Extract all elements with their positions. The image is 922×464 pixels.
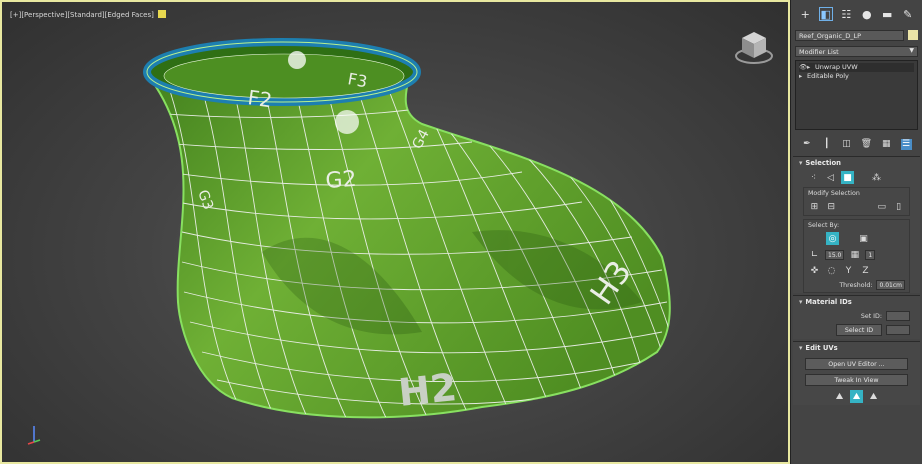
smoothing-group-icon[interactable]: ▦: [848, 248, 861, 261]
texture-label: F2: [246, 85, 273, 112]
select-element-icon[interactable]: ◎: [826, 232, 839, 245]
mirror-z-icon[interactable]: Z: [859, 264, 872, 277]
edit-uvs-buttons: Open UV Editor ... Tweak In View ⛰ ⛰ ⛰: [793, 354, 920, 405]
group-label: Select By:: [808, 222, 840, 229]
set-id-spinner[interactable]: [886, 311, 910, 321]
rollout-header[interactable]: ▾ Material IDs: [793, 296, 920, 308]
collapse-icon: ▾: [799, 298, 803, 306]
point-to-point-seam-icon[interactable]: ⛰: [850, 390, 863, 403]
texture-label: F3: [346, 69, 368, 91]
subobject-icons: ⁖ ◁ ■ ⁂: [793, 169, 920, 186]
group-label: Modify Selection: [808, 190, 860, 197]
ring-selection-icon[interactable]: ▯: [892, 200, 905, 213]
threshold-row: Threshold: 0.01cm: [808, 280, 905, 290]
rollout-title: Selection: [805, 159, 841, 167]
planar-angle-icon[interactable]: ∟: [808, 248, 821, 261]
edit-uvs-rollout: ▾ Edit UVs Open UV Editor ... Tweak In Vi…: [793, 341, 920, 405]
stack-toolbar: ✒ ┃ ◫ 🗑 ▦ ☰: [791, 134, 922, 154]
utilities-tab-icon[interactable]: ✎: [901, 7, 915, 21]
quick-peel-icon[interactable]: ⛰: [833, 390, 846, 403]
chevron-down-icon: ▼: [909, 47, 914, 54]
hierarchy-tab-icon[interactable]: ☷: [839, 7, 853, 21]
rollout-header[interactable]: ▾ Selection: [793, 157, 920, 169]
select-by-group: Select By: ◎ ▣ ∟ 15.0 ▦ 1 ✜ ◌ Y Z Thresh…: [803, 219, 910, 293]
vertex-mode-icon[interactable]: ⁖: [807, 171, 820, 184]
material-ids-rollout: ▾ Material IDs Set ID: Select ID: [793, 295, 920, 339]
edit-seams-icon[interactable]: ⛰: [867, 390, 880, 403]
modifier-list-dropdown[interactable]: Modifier List ▼: [795, 46, 918, 57]
select-inverted-icon[interactable]: ◌: [825, 264, 838, 277]
threshold-label: Threshold:: [839, 281, 873, 289]
modify-tab-icon[interactable]: ◧: [818, 7, 833, 21]
specular-highlight: [288, 51, 306, 69]
modify-selection-buttons: ⊞ ⊟ ▭ ▯: [808, 200, 905, 213]
mesh-object[interactable]: F2 F3 G2 G3 G4 H2 H3: [2, 2, 790, 464]
select-id-spinner[interactable]: [886, 325, 910, 335]
set-id-row: Set ID:: [793, 311, 920, 321]
perspective-viewport[interactable]: [+][Perspective][Standard][Edged Faces]: [0, 0, 790, 464]
selection-rollout: ▾ Selection ⁖ ◁ ■ ⁂ Modify Selection ⊞ ⊟ …: [793, 156, 920, 293]
expand-arrow-icon[interactable]: ▸: [807, 63, 815, 72]
polygon-mode-icon[interactable]: ■: [841, 171, 854, 184]
collapse-icon: ▾: [799, 344, 803, 352]
threshold-spinner[interactable]: 0.01cm: [876, 280, 905, 290]
configure-sets-icon[interactable]: ▦: [881, 139, 892, 150]
object-name-field[interactable]: Reef_Organic_D_LP: [795, 29, 904, 41]
pin-stack-icon[interactable]: ✒: [801, 139, 812, 150]
rollout-title: Material IDs: [805, 298, 852, 306]
axis-tripod-icon: [27, 426, 41, 445]
angle-row: ∟ 15.0 ▦ 1: [808, 248, 905, 261]
angle-spinner[interactable]: 15.0: [825, 249, 845, 260]
texture-label: H2: [396, 365, 459, 415]
select-id-button[interactable]: Select ID: [836, 324, 882, 336]
loop-selection-icon[interactable]: ▭: [875, 200, 888, 213]
count-spinner[interactable]: 1: [865, 249, 876, 260]
display-tab-icon[interactable]: ▬: [880, 7, 894, 21]
collapse-icon: ▾: [799, 159, 803, 167]
grow-selection-icon[interactable]: ⊞: [808, 200, 821, 213]
select-by-element-row: ◎ ▣: [808, 232, 905, 245]
object-name-row: Reef_Organic_D_LP: [791, 28, 922, 42]
stack-item-editable-poly[interactable]: ▸ Editable Poly: [799, 72, 914, 81]
edge-mode-icon[interactable]: ◁: [824, 171, 837, 184]
object-color-swatch[interactable]: [908, 30, 918, 40]
command-panel: + ◧ ☷ ● ▬ ✎ Reef_Organic_D_LP Modifier L…: [790, 0, 922, 464]
modify-selection-group: Modify Selection ⊞ ⊟ ▭ ▯: [803, 187, 910, 216]
modifier-list-label: Modifier List: [799, 48, 839, 56]
specular-highlight: [335, 110, 359, 134]
rollout-header[interactable]: ▾ Edit UVs: [793, 342, 920, 354]
set-id-label: Set ID:: [860, 312, 882, 320]
create-tab-icon[interactable]: +: [798, 7, 812, 21]
rollout-title: Edit UVs: [805, 344, 838, 352]
stack-item-label: Editable Poly: [807, 72, 849, 80]
select-id-row: Select ID: [793, 324, 920, 339]
remove-modifier-icon[interactable]: 🗑: [861, 139, 872, 150]
xyz-row: ✜ ◌ Y Z: [808, 264, 905, 277]
make-unique-icon[interactable]: ◫: [841, 139, 852, 150]
stack-options-icon[interactable]: ☰: [900, 138, 912, 150]
viewcube-icon[interactable]: [732, 26, 776, 70]
command-panel-tabs: + ◧ ☷ ● ▬ ✎: [791, 0, 922, 28]
stack-item-unwrap-uvw[interactable]: 👁▸ Unwrap UVW: [799, 63, 914, 72]
expand-arrow-icon[interactable]: ▸: [799, 72, 807, 81]
shrink-selection-icon[interactable]: ⊟: [825, 200, 838, 213]
eye-icon[interactable]: 👁: [799, 63, 807, 72]
tweak-in-view-button[interactable]: Tweak In View: [805, 374, 908, 386]
texture-label: G2: [325, 167, 358, 194]
stack-item-label: Unwrap UVW: [815, 63, 858, 71]
open-uv-editor-button[interactable]: Open UV Editor ...: [805, 358, 908, 370]
modifier-stack[interactable]: 👁▸ Unwrap UVW ▸ Editable Poly: [795, 60, 918, 130]
motion-tab-icon[interactable]: ●: [860, 7, 874, 21]
element-mode-icon[interactable]: ⁂: [870, 171, 883, 184]
select-by-id-icon[interactable]: ▣: [857, 232, 870, 245]
show-end-result-icon[interactable]: ┃: [821, 139, 832, 150]
peel-tools-row: ⛰ ⛰ ⛰: [805, 390, 908, 403]
select-overlap-icon[interactable]: ✜: [808, 264, 821, 277]
mirror-y-icon[interactable]: Y: [842, 264, 855, 277]
